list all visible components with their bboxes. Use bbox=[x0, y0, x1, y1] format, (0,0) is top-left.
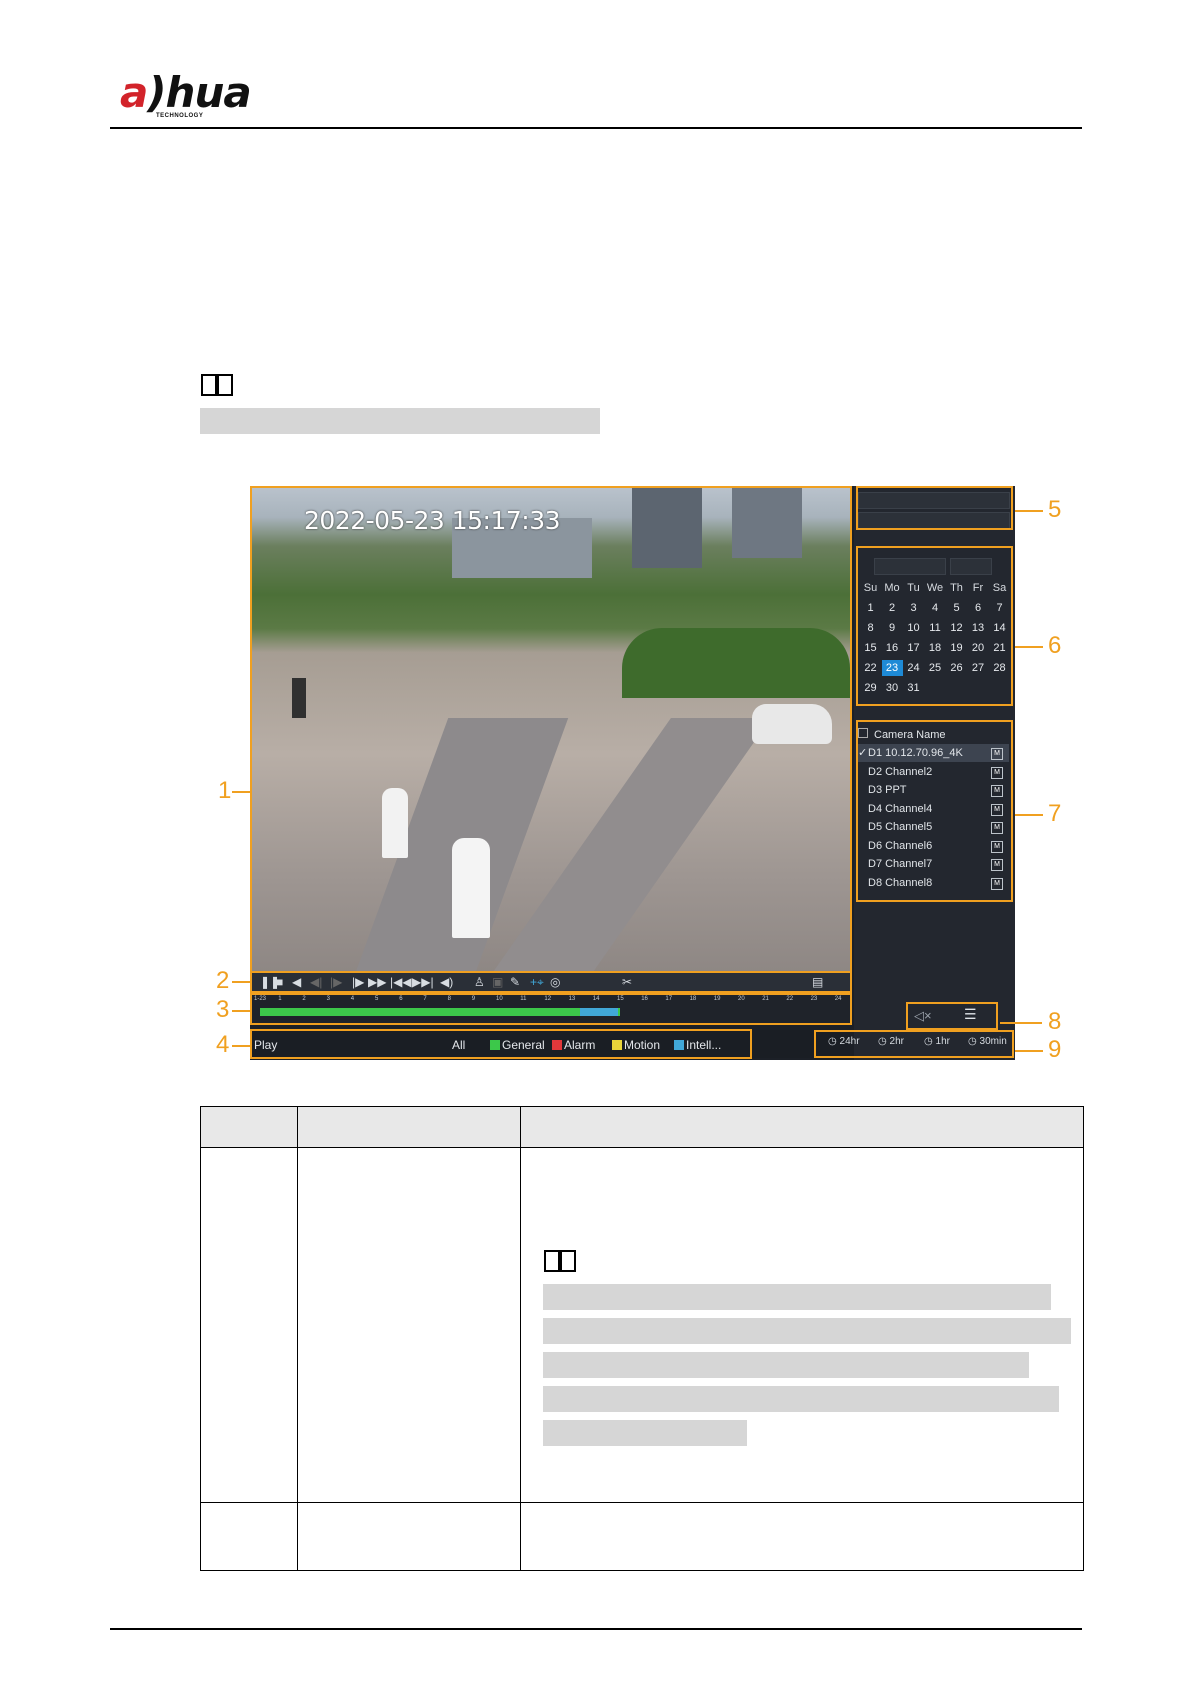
callout-label-7: 7 bbox=[1048, 800, 1062, 827]
redacted-line bbox=[543, 1352, 1029, 1378]
description-table bbox=[200, 1106, 1084, 1571]
header-rule bbox=[110, 127, 1082, 129]
playback-screenshot: 2022-05-23 15:17:33 ❚❚ ■ ◀ ◀| |▶ |▶ ▶▶ |… bbox=[250, 486, 1015, 1060]
callout-label-2: 2 bbox=[216, 967, 230, 994]
callout-line bbox=[232, 1010, 252, 1012]
callout-line bbox=[1015, 814, 1043, 816]
dahua-logo: a)hua TECHNOLOGY bbox=[120, 72, 270, 122]
callout-line bbox=[232, 791, 252, 793]
callout-box-1 bbox=[250, 486, 852, 973]
table-cell bbox=[297, 1147, 521, 1503]
callout-box-4 bbox=[250, 1029, 752, 1059]
callout-label-1: 1 bbox=[218, 777, 232, 804]
table-cell bbox=[520, 1147, 1084, 1503]
logo-wordmark: a)hua bbox=[120, 68, 252, 117]
redacted-note-line bbox=[200, 408, 600, 434]
table-row bbox=[200, 1147, 1084, 1503]
callout-line bbox=[1015, 510, 1043, 512]
table-header-cell bbox=[520, 1106, 1084, 1148]
callout-label-3: 3 bbox=[216, 996, 230, 1023]
zoom-30min-button[interactable]: ◷ 30min bbox=[968, 1034, 1007, 1050]
footer-rule bbox=[110, 1628, 1082, 1630]
callout-line bbox=[1000, 1022, 1042, 1024]
callout-line bbox=[232, 1045, 252, 1047]
zoom-24hr-button[interactable]: ◷ 24hr bbox=[828, 1034, 860, 1050]
redacted-line bbox=[543, 1420, 747, 1446]
callout-box-6 bbox=[856, 546, 1013, 706]
callout-box-8 bbox=[906, 1002, 998, 1030]
callout-line bbox=[1015, 1050, 1043, 1052]
redacted-line bbox=[543, 1284, 1051, 1310]
callout-box-3 bbox=[250, 993, 852, 1025]
table-cell bbox=[200, 1147, 298, 1503]
table-header-cell bbox=[200, 1106, 298, 1148]
zoom-2hr-button[interactable]: ◷ 2hr bbox=[878, 1034, 904, 1050]
callout-label-5: 5 bbox=[1048, 496, 1062, 523]
logo-tagline: TECHNOLOGY bbox=[156, 113, 204, 119]
callout-line bbox=[1015, 646, 1043, 648]
callout-label-4: 4 bbox=[216, 1031, 230, 1058]
book-icon bbox=[543, 1248, 577, 1274]
book-icon bbox=[200, 372, 234, 398]
callout-box-7 bbox=[856, 720, 1013, 902]
table-cell bbox=[200, 1502, 298, 1571]
callout-label-8: 8 bbox=[1048, 1008, 1062, 1035]
callout-label-9: 9 bbox=[1048, 1036, 1062, 1063]
table-header-row bbox=[200, 1106, 1084, 1148]
zoom-1hr-button[interactable]: ◷ 1hr bbox=[924, 1034, 950, 1050]
callout-line bbox=[232, 981, 252, 983]
table-row bbox=[200, 1502, 1084, 1571]
callout-box-2 bbox=[250, 971, 852, 993]
table-cell bbox=[520, 1502, 1084, 1571]
redacted-line bbox=[543, 1386, 1059, 1412]
table-cell bbox=[297, 1502, 521, 1571]
callout-box-5 bbox=[856, 486, 1013, 530]
callout-label-6: 6 bbox=[1048, 632, 1062, 659]
redacted-line bbox=[543, 1318, 1071, 1344]
table-header-cell bbox=[297, 1106, 521, 1148]
